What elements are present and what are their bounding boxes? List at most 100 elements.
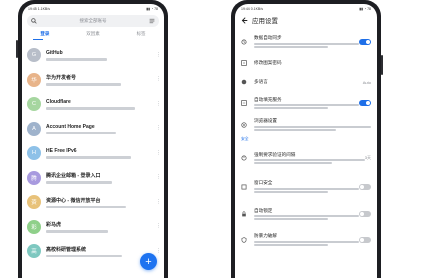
account-title: HE Free IPv6 — [46, 148, 77, 154]
setting-description-blurred — [254, 125, 371, 128]
avatar: G — [27, 48, 41, 63]
autofill-icon — [241, 100, 247, 106]
setting-row[interactable]: 浏览器设置 — [235, 114, 377, 135]
list-item[interactable]: 华华为开发者号 ⋮ — [22, 68, 164, 93]
setting-title: 窗口安全 — [254, 180, 273, 186]
account-title: 华为开发者号 — [46, 75, 77, 81]
account-username-blurred — [46, 107, 136, 110]
setting-description-blurred — [254, 190, 328, 193]
setting-title: 浏览器设置 — [254, 118, 277, 124]
more-vertical-icon[interactable]: ⋮ — [156, 77, 161, 82]
setting-description-blurred — [254, 104, 359, 107]
avatar: 资 — [27, 195, 41, 210]
account-username-blurred — [46, 156, 131, 159]
more-vertical-icon[interactable]: ⋮ — [156, 175, 161, 180]
setting-row[interactable]: 防暴力破解 — [235, 227, 377, 252]
account-title: GitHub — [46, 50, 63, 56]
accounts-screen: 19:45 1.1KB/s ▮▮ ◔ 78 搜索全部账号 登录 双因素 标签 G… — [22, 4, 164, 278]
setting-title: 强制要求验证的间隔 — [254, 151, 296, 157]
setting-toggle[interactable] — [359, 100, 371, 106]
tab-bar: 登录 双因素 标签 — [22, 31, 164, 39]
setting-row[interactable]: 强制要求验证的间隔 3天 — [235, 144, 377, 172]
avatar: 腾 — [27, 170, 41, 185]
list-item[interactable]: 资资源中心 - 微信开放平台 ⋮ — [22, 190, 164, 215]
status-bar: 19:44 0.1KB/s ▮▮ ◔ 78 — [235, 4, 377, 13]
list-item[interactable]: H HE Free IPv6 ⋮ — [22, 141, 164, 166]
account-username-blurred — [46, 83, 121, 86]
setting-toggle[interactable] — [359, 211, 371, 217]
setting-description-blurred — [254, 45, 328, 48]
timer-icon — [241, 155, 247, 161]
app-bar: 应用设置 — [235, 13, 377, 27]
status-time: 19:45 1.1KB/s — [28, 6, 50, 11]
search-bar[interactable]: 搜索全部账号 — [27, 15, 159, 27]
avatar: 华 — [27, 72, 41, 87]
list-item[interactable]: 腾腾讯企业邮箱 - 登录入口 ⋮ — [22, 166, 164, 191]
shield-icon — [241, 236, 247, 243]
setting-row[interactable]: 自动填充服务 — [235, 92, 377, 114]
sync-icon — [241, 38, 247, 45]
setting-value: 3天 — [364, 155, 371, 160]
setting-description-blurred — [254, 215, 359, 218]
setting-description-blurred — [254, 107, 328, 110]
setting-value: Auto — [362, 79, 371, 85]
setting-title: 防暴力破解 — [254, 233, 277, 239]
setting-description-blurred — [254, 218, 328, 221]
phone-left: 19:45 1.1KB/s ▮▮ ◔ 78 搜索全部账号 登录 双因素 标签 G… — [16, 0, 168, 278]
add-account-button[interactable]: + — [140, 253, 157, 270]
settings-list-general: 数据自动同步修改图案密码 多语言 Auto 自动填充服务浏览器设置 — [235, 30, 377, 135]
tab-2fa[interactable]: 双因素 — [86, 31, 100, 39]
account-username-blurred — [46, 230, 108, 233]
setting-row[interactable]: 数据自动同步 — [235, 30, 377, 53]
setting-toggle[interactable] — [359, 38, 371, 45]
section-header-security: 安全 — [241, 137, 249, 141]
tab-tags[interactable]: 标签 — [137, 31, 146, 39]
status-icons: ▮▮ ◔ 78 — [359, 6, 371, 11]
more-vertical-icon[interactable]: ⋮ — [156, 52, 161, 57]
setting-row[interactable]: 窗口安全 — [235, 172, 377, 201]
setting-row[interactable]: 自动锁定 — [235, 201, 377, 227]
setting-description-blurred — [254, 42, 359, 45]
browser-icon — [241, 121, 247, 128]
tab-login[interactable]: 登录 — [40, 31, 49, 39]
more-vertical-icon[interactable]: ⋮ — [156, 224, 161, 229]
avatar: C — [27, 97, 41, 112]
search-input[interactable]: 搜索全部账号 — [37, 18, 149, 24]
account-title: Cloudflare — [46, 99, 71, 105]
back-arrow-icon[interactable] — [241, 16, 248, 24]
more-vertical-icon[interactable]: ⋮ — [156, 199, 161, 204]
account-username-blurred — [46, 181, 112, 184]
tab-indicator — [33, 39, 43, 40]
list-item[interactable]: C Cloudflare ⋮ — [22, 92, 164, 117]
account-username-blurred — [46, 131, 117, 134]
account-username-blurred — [46, 205, 127, 208]
setting-title: 数据自动同步 — [254, 35, 282, 41]
setting-description-blurred — [254, 128, 336, 131]
setting-row[interactable]: 修改图案密码 — [235, 53, 377, 72]
list-item[interactable]: A Account Home Page ⋮ — [22, 117, 164, 142]
list-item[interactable]: 彩彩马虎 ⋮ — [22, 215, 164, 240]
more-vertical-icon[interactable]: ⋮ — [156, 248, 161, 253]
setting-description-blurred — [254, 187, 359, 190]
more-vertical-icon[interactable]: ⋮ — [156, 101, 161, 106]
more-vertical-icon[interactable]: ⋮ — [156, 126, 161, 131]
status-time: 19:44 0.1KB/s — [241, 6, 263, 11]
page-title: 应用设置 — [252, 18, 278, 25]
pattern-icon — [241, 59, 247, 66]
setting-description-blurred — [254, 243, 328, 246]
list-item[interactable]: G GitHub ⋮ — [22, 43, 164, 68]
setting-description-blurred — [254, 162, 332, 165]
setting-toggle[interactable] — [359, 236, 371, 243]
account-username-blurred — [46, 254, 122, 257]
setting-toggle[interactable] — [359, 183, 371, 190]
setting-row[interactable]: 多语言 Auto — [235, 72, 377, 92]
avatar: 彩 — [27, 219, 41, 234]
settings-list-security: 强制要求验证的间隔 3天窗口安全自动锁定防暴力破解 — [235, 144, 377, 252]
settings-screen: 19:44 0.1KB/s ▮▮ ◔ 78 应用设置 数据自动同步修改图案密码多… — [235, 4, 377, 278]
account-title: Account Home Page — [46, 123, 95, 130]
more-vertical-icon[interactable]: ⋮ — [156, 150, 161, 155]
account-username-blurred — [46, 58, 107, 61]
volume-button — [16, 40, 18, 58]
account-title: 高校科研管理系统 — [46, 246, 87, 253]
menu-icon[interactable] — [149, 18, 155, 24]
